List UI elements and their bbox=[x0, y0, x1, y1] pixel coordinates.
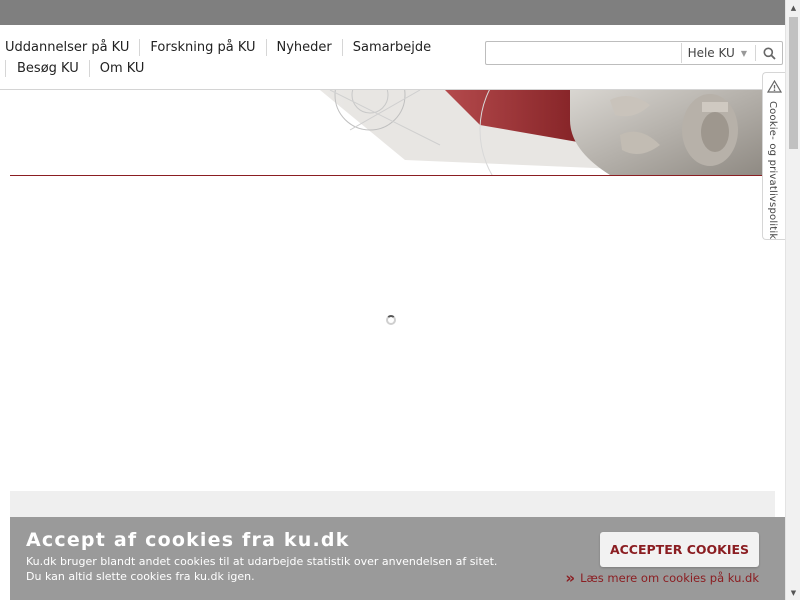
double-chevron-right-icon: » bbox=[565, 568, 576, 587]
search-scope-dropdown[interactable]: Hele KU ▼ bbox=[682, 45, 756, 61]
search-button[interactable] bbox=[756, 42, 782, 64]
nav-row-secondary: Besøg KU Om KU bbox=[0, 58, 440, 79]
nav-item-om-ku[interactable]: Om KU bbox=[88, 60, 155, 77]
main-navigation: Uddannelser på KU Forskning på KU Nyhede… bbox=[0, 37, 440, 79]
chevron-down-icon: ▼ bbox=[740, 48, 747, 58]
nav-item-besoeg[interactable]: Besøg KU bbox=[5, 60, 89, 77]
accept-cookies-button[interactable]: ACCEPTER COOKIES bbox=[600, 532, 759, 567]
cookie-more-info-label: Læs mere om cookies på ku.dk bbox=[580, 571, 759, 585]
cookie-more-info-link[interactable]: » Læs mere om cookies på ku.dk bbox=[565, 568, 759, 587]
search-scope-label: Hele KU bbox=[687, 46, 735, 60]
site-header: Uddannelser på KU Forskning på KU Nyhede… bbox=[0, 25, 785, 90]
top-bar bbox=[0, 0, 785, 25]
nav-item-forskning[interactable]: Forskning på KU bbox=[139, 39, 265, 56]
cookie-policy-tab-label: Cookie- og privatlivspolitik bbox=[767, 101, 778, 240]
search-box: Hele KU ▼ bbox=[485, 41, 783, 65]
search-icon bbox=[763, 47, 776, 60]
cookie-consent-banner: Accept af cookies fra ku.dk Ku.dk bruger… bbox=[10, 517, 785, 600]
nav-item-samarbejde[interactable]: Samarbejde bbox=[341, 39, 441, 56]
scroll-down-arrow-icon[interactable]: ▼ bbox=[786, 585, 800, 600]
banner-divider-line bbox=[10, 175, 765, 176]
seal-banner-graphic bbox=[10, 90, 762, 175]
nav-item-nyheder[interactable]: Nyheder bbox=[265, 39, 342, 56]
nav-item-uddannelser[interactable]: Uddannelser på KU bbox=[0, 39, 139, 56]
header-banner-image bbox=[10, 90, 762, 175]
warning-icon bbox=[767, 80, 782, 93]
cookie-banner-title: Accept af cookies fra ku.dk bbox=[26, 529, 350, 551]
cookie-banner-line-2: Du kan altid slette cookies fra ku.dk ig… bbox=[26, 570, 255, 583]
cookie-policy-tab[interactable]: Cookie- og privatlivspolitik bbox=[762, 72, 785, 240]
scroll-thumb[interactable] bbox=[789, 17, 798, 149]
cookie-banner-line-1: Ku.dk bruger blandt andet cookies til at… bbox=[26, 555, 498, 568]
search-input[interactable] bbox=[486, 43, 682, 63]
page-scrollbar[interactable]: ▲ ▼ bbox=[785, 0, 800, 600]
loading-spinner-icon bbox=[386, 315, 396, 325]
cookie-banner-text: Ku.dk bruger blandt andet cookies til at… bbox=[26, 554, 497, 584]
scroll-up-arrow-icon[interactable]: ▲ bbox=[786, 0, 800, 15]
nav-row-primary: Uddannelser på KU Forskning på KU Nyhede… bbox=[0, 37, 440, 58]
